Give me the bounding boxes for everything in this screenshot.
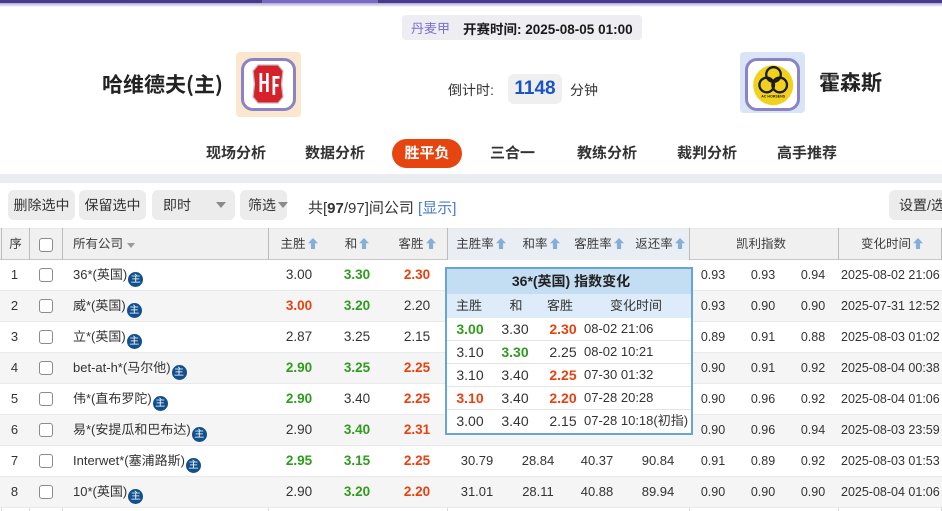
svg-text:AC HORSENS: AC HORSENS [761, 95, 786, 99]
